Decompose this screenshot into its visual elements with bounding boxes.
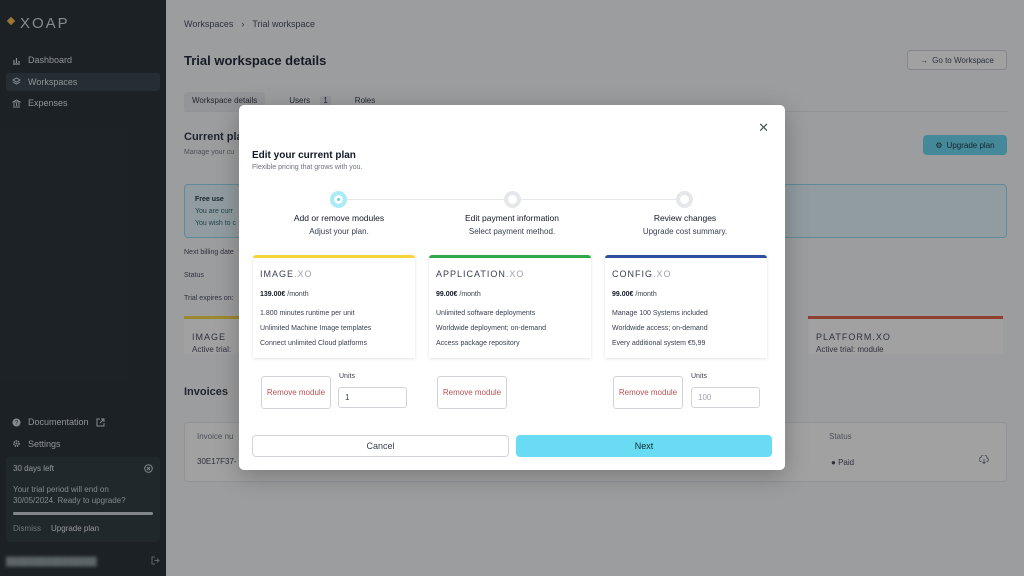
remove-module-button-image[interactable]: Remove module: [261, 376, 331, 409]
modal-subtitle: Flexible pricing that grows with you.: [252, 164, 363, 171]
plan-price: 99.00€ /month: [436, 291, 584, 298]
plan-feature: Manage 100 Systems included: [612, 310, 708, 317]
plan-logo-suffix: .XO: [294, 269, 313, 279]
plan-feature: Unlimited Machine Image templates: [260, 325, 372, 332]
plan-feature: Access package repository: [436, 340, 520, 347]
plan-price-period: /month: [287, 291, 309, 298]
units-label: Units: [691, 373, 707, 380]
step-1-label: Add or remove modules: [293, 213, 385, 223]
plan-feature: Unlimited software deployments: [436, 310, 536, 317]
plan-logo-text: APPLICATION: [436, 269, 506, 279]
step-2-desc: Select payment method.: [468, 227, 556, 236]
remove-module-button-application[interactable]: Remove module: [437, 376, 507, 409]
image-xo-logo: IMAGE.XO: [260, 269, 408, 280]
plan-logo-suffix: .XO: [653, 269, 672, 279]
plan-feature: Every additional system €5,99: [612, 340, 706, 347]
units-label: Units: [339, 373, 355, 380]
plan-logo-text: CONFIG: [612, 269, 653, 279]
plan-logo-text: IMAGE: [260, 269, 295, 279]
plan-feature: Worldwide access; on-demand: [612, 325, 708, 332]
step-2-label: Edit payment information: [464, 213, 560, 223]
plan-price-period: /month: [459, 291, 481, 298]
cancel-button[interactable]: Cancel: [252, 435, 509, 457]
plan-feature: 1.800 minutes runtime per unit: [260, 310, 355, 317]
plan-price-amount: 99.00€: [436, 291, 458, 298]
edit-plan-modal: ✕ Edit your current plan Flexible pricin…: [239, 105, 785, 470]
plan-card-config-xo: CONFIG.XO 99.00€ /month Manage 100 Syste…: [605, 255, 767, 358]
plan-price: 139.00€ /month: [260, 291, 408, 298]
plan-card-image-xo: IMAGE.XO 139.00€ /month 1.800 minutes ru…: [253, 255, 415, 358]
plan-feature: Connect unlimited Cloud platforms: [260, 340, 367, 347]
modal-title: Edit your current plan: [252, 150, 356, 161]
step-2-indicator: [504, 191, 521, 208]
step-3-desc: Upgrade cost summary.: [642, 227, 728, 236]
plan-card-application-xo: APPLICATION.XO 99.00€ /month Unlimited s…: [429, 255, 591, 358]
step-3-label: Review changes: [653, 213, 717, 223]
step-3-indicator: [676, 191, 693, 208]
remove-module-button-config[interactable]: Remove module: [613, 376, 683, 409]
plan-price: 99.00€ /month: [612, 291, 760, 298]
application-xo-logo: APPLICATION.XO: [436, 269, 584, 280]
units-input-config[interactable]: [691, 387, 760, 408]
config-xo-logo: CONFIG.XO: [612, 269, 760, 280]
plan-features: Manage 100 Systems included Worldwide ac…: [612, 306, 760, 351]
plan-price-amount: 99.00€: [612, 291, 634, 298]
plan-features: 1.800 minutes runtime per unit Unlimited…: [260, 306, 408, 351]
step-1-desc: Adjust your plan.: [309, 227, 369, 236]
plan-price-amount: 139.00€: [260, 291, 286, 298]
step-1-indicator: [330, 191, 347, 208]
plan-price-period: /month: [635, 291, 657, 298]
plan-features: Unlimited software deployments Worldwide…: [436, 306, 584, 351]
plan-feature: Worldwide deployment; on-demand: [436, 325, 546, 332]
plan-logo-suffix: .XO: [505, 269, 525, 279]
close-icon[interactable]: ✕: [758, 120, 769, 136]
units-input-image[interactable]: [338, 387, 407, 408]
next-button[interactable]: Next: [516, 435, 772, 457]
